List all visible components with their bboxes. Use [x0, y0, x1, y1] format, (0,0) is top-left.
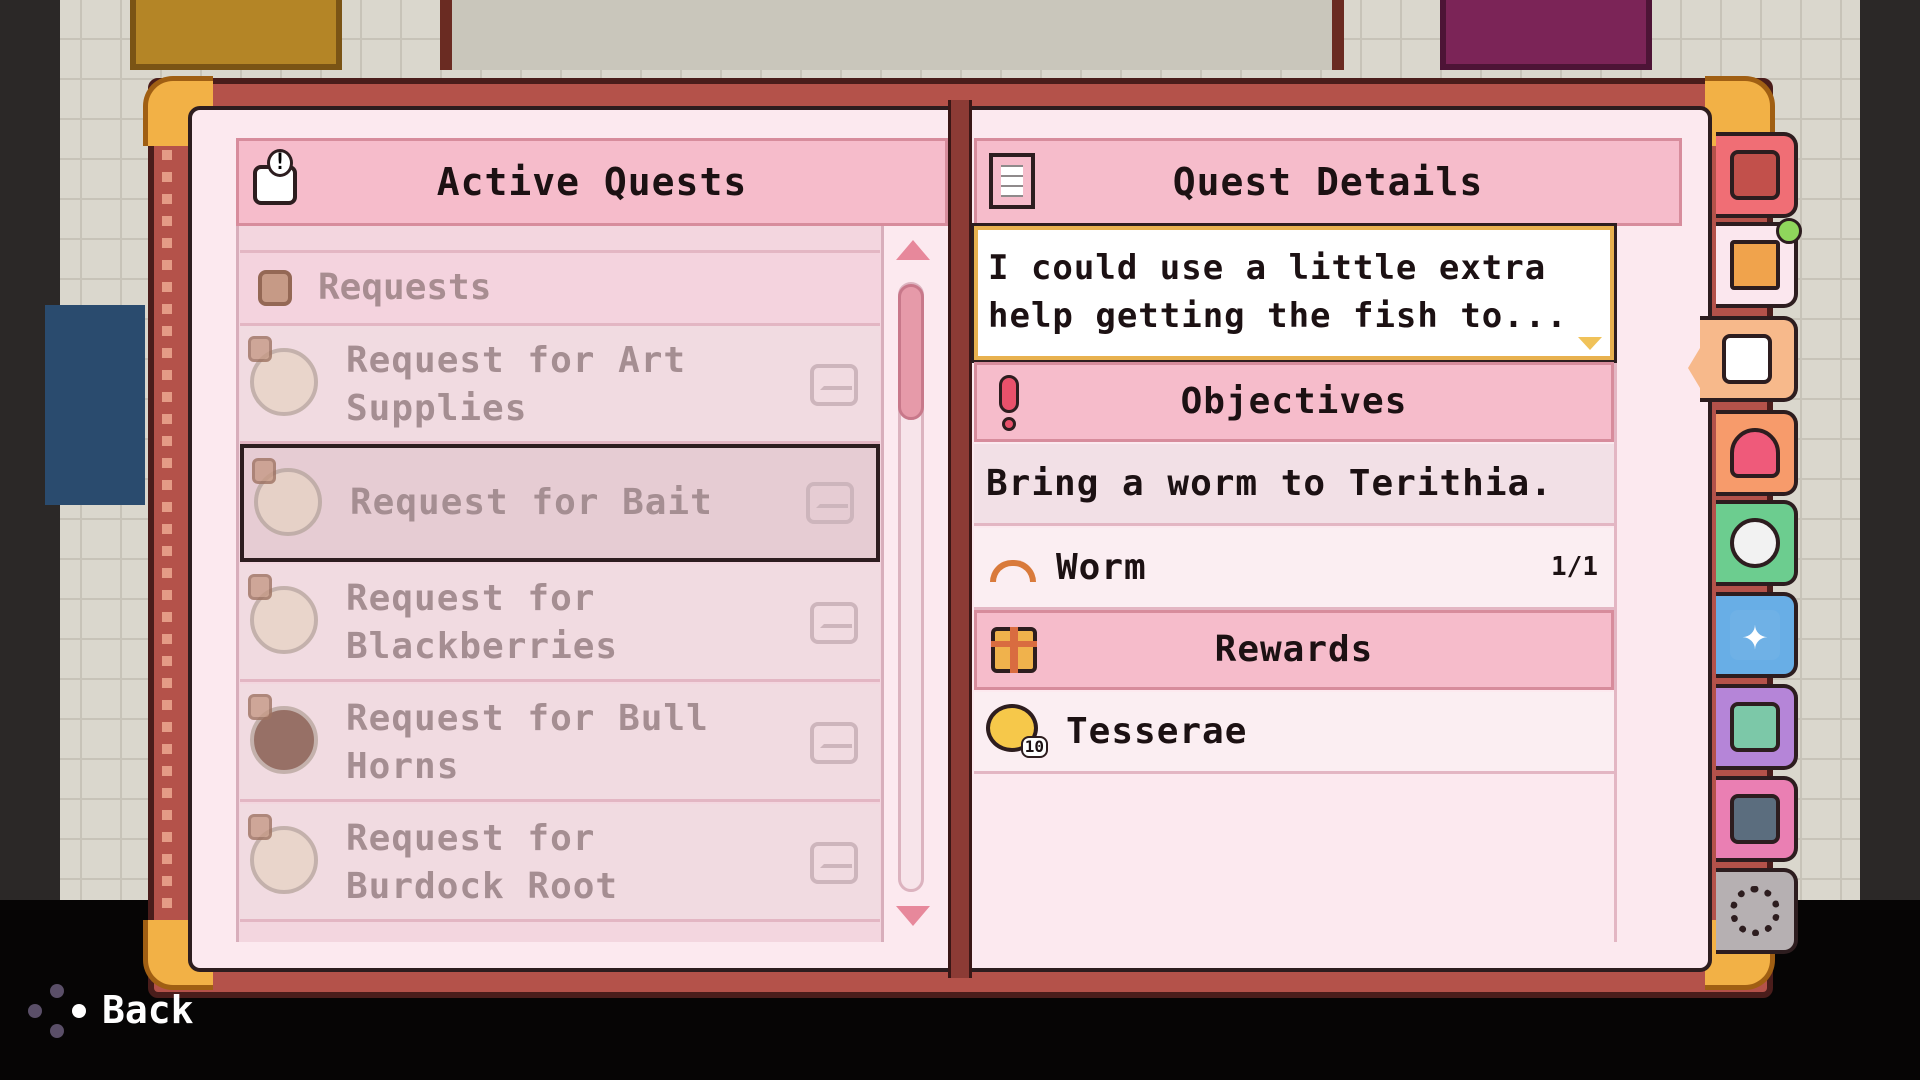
quest-item-bull-horns[interactable]: Request for Bull Horns: [240, 684, 880, 802]
gear-icon: [1730, 886, 1780, 936]
backpack-icon: [1730, 150, 1780, 200]
chat-icon: [1730, 794, 1780, 844]
book-spine: [948, 100, 972, 978]
item-name: Worm: [1056, 547, 1147, 588]
quest-envelope-icon: [810, 602, 858, 644]
item-quantity: 1/1: [1551, 552, 1598, 582]
quest-label: Request for Bait: [350, 482, 713, 523]
quest-details-title: Quest Details: [1172, 160, 1484, 204]
objective-row: Bring a worm to Terithia.: [974, 444, 1614, 526]
quest-item-bait[interactable]: Request for Bait: [240, 444, 880, 562]
quest-label: Request for Art Supplies: [346, 340, 687, 429]
quest-label: Request for Burdock Root: [346, 818, 619, 907]
divider: [1614, 226, 1617, 942]
tab-settings[interactable]: [1716, 868, 1798, 954]
quest-label: Request for Blackberries: [346, 578, 619, 667]
jar-icon: [248, 694, 272, 720]
scroll-down-arrow[interactable]: [896, 906, 930, 926]
back-button[interactable]: Back: [102, 988, 194, 1032]
background-rug: [130, 0, 342, 70]
background-doorway: [440, 0, 1344, 70]
objectives-header: Objectives: [974, 362, 1614, 442]
envelope-icon: [1722, 334, 1772, 384]
tab-messages[interactable]: [1716, 776, 1798, 862]
quest-envelope-icon: [810, 842, 858, 884]
quest-label: Request for Bull Horns: [346, 698, 709, 787]
quest-envelope-icon: [806, 482, 854, 524]
active-quests-title: Active Quests: [436, 160, 748, 204]
jar-icon: [248, 336, 272, 362]
tab-quests[interactable]: [1700, 316, 1798, 402]
quest-envelope-icon: [810, 722, 858, 764]
jar-icon: [248, 574, 272, 600]
map-icon: [1730, 702, 1780, 752]
cow-icon: [1730, 518, 1780, 568]
tab-inventory[interactable]: [1716, 132, 1798, 218]
heart-icon: [1730, 428, 1780, 478]
worm-icon: [990, 560, 1036, 582]
tab-relationships[interactable]: [1716, 410, 1798, 496]
background-curtain: [45, 305, 145, 505]
notification-badge: [1776, 218, 1802, 244]
quest-item-blackberries[interactable]: Request for Blackberries: [240, 564, 880, 682]
quest-description[interactable]: I could use a little extra help getting t…: [971, 223, 1617, 363]
tesserae-coin-icon: [986, 704, 1048, 758]
category-label: Requests: [318, 267, 492, 308]
description-text: I could use a little extra help getting t…: [988, 248, 1568, 336]
rewards-header: Rewards: [974, 610, 1614, 690]
expand-arrow-icon[interactable]: [1578, 337, 1602, 350]
reward-name: Tesserae: [1066, 711, 1248, 752]
background-rug: [1440, 0, 1652, 70]
tab-animals[interactable]: [1716, 500, 1798, 586]
category-requests[interactable]: Requests: [240, 250, 880, 326]
reward-row[interactable]: Tesserae: [974, 692, 1614, 774]
cover-stitching: [162, 150, 172, 930]
active-quests-header: Active Quests: [236, 138, 948, 226]
objectives-title: Objectives: [1180, 381, 1408, 422]
required-item-row[interactable]: Worm 1/1: [974, 528, 1614, 610]
quest-item-burdock-root[interactable]: Request for Burdock Root: [240, 804, 880, 922]
objective-text: Bring a worm to Terithia.: [986, 463, 1553, 504]
rewards-title: Rewards: [1214, 629, 1374, 670]
tab-skills[interactable]: ✦: [1716, 592, 1798, 678]
dpad-button-icon: [28, 984, 88, 1040]
tab-map[interactable]: [1716, 684, 1798, 770]
sparkle-icon: ✦: [1730, 610, 1780, 660]
quest-details-header: Quest Details: [974, 138, 1682, 226]
quest-envelope-icon: [810, 364, 858, 406]
scrollbar-thumb[interactable]: [898, 284, 924, 420]
shirt-icon: [1730, 240, 1780, 290]
scroll-up-arrow[interactable]: [896, 240, 930, 260]
jar-icon: [258, 270, 292, 306]
jar-icon: [248, 814, 272, 840]
quest-item-art-supplies[interactable]: Request for Art Supplies: [240, 326, 880, 444]
jar-icon: [252, 458, 276, 484]
